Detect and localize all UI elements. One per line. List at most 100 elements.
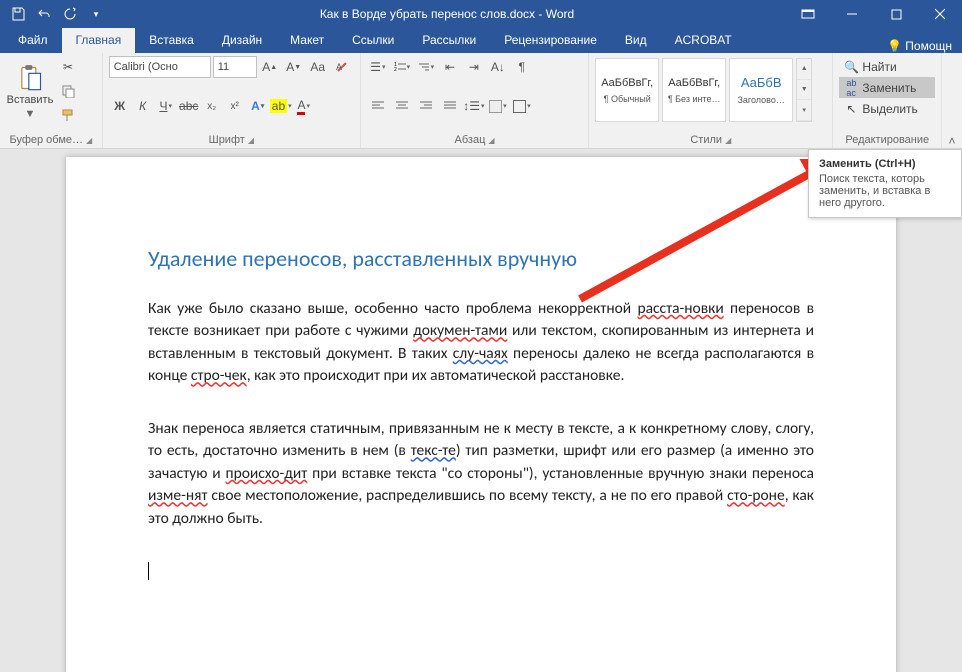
cursor-line [148,560,814,582]
select-button[interactable]: ↖Выделить [839,98,935,119]
window-controls [786,0,962,28]
group-clipboard: Вставить ▼ ✂ Буфер обме…◢ [0,53,103,148]
tab-review[interactable]: Рецензирование [490,28,611,53]
line-spacing-icon[interactable]: ↕☰ [463,95,485,117]
tab-design[interactable]: Дизайн [208,28,276,53]
justify-icon[interactable] [439,95,461,117]
group-styles: АаБбВвГг,¶ Обычный АаБбВвГг,¶ Без инте… … [589,53,833,148]
scroll-down-icon[interactable]: ▼ [797,80,811,101]
title-bar: ▾ Как в Ворде убрать перенос слов.docx -… [0,0,962,28]
cut-icon[interactable]: ✂ [57,56,79,78]
tab-home[interactable]: Главная [62,28,136,53]
bullets-icon[interactable]: ☰ [367,56,389,78]
sort-icon[interactable]: A↓ [487,56,509,78]
document-area: Удаление переносов, расставленных вручну… [0,149,962,672]
paragraph-1: Как уже было сказано выше, особенно част… [148,298,814,388]
style-heading1[interactable]: АаБбВЗаголово… [729,58,793,122]
superscript-icon[interactable]: x² [224,95,246,117]
tab-file[interactable]: Файл [4,28,62,53]
dialog-launcher-icon[interactable]: ◢ [86,136,92,145]
font-size-combo[interactable]: 11 [213,56,257,78]
text-effects-icon[interactable]: A [247,95,269,117]
tab-mailings[interactable]: Рассылки [408,28,490,53]
ribbon-options-icon[interactable] [786,0,830,28]
styles-scroll[interactable]: ▲▼▾ [796,58,812,122]
change-case-icon[interactable]: Aa [307,56,329,78]
maximize-icon[interactable] [874,0,918,28]
shading-icon[interactable] [487,95,509,117]
svg-text:2: 2 [394,67,397,73]
borders-icon[interactable] [511,95,533,117]
increase-indent-icon[interactable]: ⇥ [463,56,485,78]
quick-access-toolbar: ▾ [0,2,108,26]
dialog-launcher-icon[interactable]: ◢ [488,136,494,145]
tab-view[interactable]: Вид [611,28,661,53]
clear-format-icon[interactable]: A [331,56,353,78]
ribbon-tabs: Файл Главная Вставка Дизайн Макет Ссылки… [0,28,962,53]
format-painter-icon[interactable] [57,104,79,126]
search-icon: 🔍 [844,60,858,74]
align-left-icon[interactable] [367,95,389,117]
group-styles-label: Стили [690,134,722,146]
paragraph-2: Знак переноса является статичным, привяз… [148,418,814,530]
font-color-icon[interactable]: A [293,95,315,117]
collapse-ribbon-icon[interactable]: ˄ [942,53,962,154]
bulb-icon: 💡 [887,39,902,53]
page[interactable]: Удаление переносов, расставленных вручну… [66,157,896,672]
chevron-down-icon: ▼ [25,108,36,120]
font-name-combo[interactable]: Calibri (Осно [109,56,211,78]
grow-font-icon[interactable]: A▲ [259,56,281,78]
minimize-icon[interactable] [830,0,874,28]
redo-icon[interactable] [58,2,82,26]
multilevel-icon[interactable] [415,56,437,78]
replace-icon: abac [844,81,858,95]
scroll-up-icon[interactable]: ▲ [797,59,811,80]
tooltip-replace: Заменить (Ctrl+H) Поиск текста, которь з… [808,149,962,218]
find-button[interactable]: 🔍Найти [839,56,935,77]
group-clipboard-label: Буфер обме… [9,134,83,146]
highlight-icon[interactable]: ab [270,95,292,117]
group-font-label: Шрифт [209,134,245,146]
group-paragraph: ☰ 12 ⇤ ⇥ A↓ ¶ ↕☰ Абзац◢ [361,53,589,148]
bold-icon[interactable]: Ж [109,95,131,117]
dialog-launcher-icon[interactable]: ◢ [248,136,254,145]
italic-icon[interactable]: К [132,95,154,117]
align-right-icon[interactable] [415,95,437,117]
svg-text:A: A [336,62,342,72]
decrease-indent-icon[interactable]: ⇤ [439,56,461,78]
group-editing: 🔍Найти abacЗаменить ↖Выделить Редактиров… [833,53,942,148]
style-no-spacing[interactable]: АаБбВвГг,¶ Без инте… [662,58,726,122]
tab-layout[interactable]: Макет [276,28,338,53]
shrink-font-icon[interactable]: A▼ [283,56,305,78]
show-marks-icon[interactable]: ¶ [511,56,533,78]
heading: Удаление переносов, расставленных вручну… [148,245,814,272]
tell-me-label: Помощн [905,39,952,53]
styles-more-icon[interactable]: ▾ [797,100,811,121]
tooltip-title: Заменить (Ctrl+H) [819,158,951,170]
style-normal[interactable]: АаБбВвГг,¶ Обычный [595,58,659,122]
group-font: Calibri (Осно 11 A▲ A▼ Aa A Ж К Ч abc x₂… [103,53,361,148]
tooltip-body: Поиск текста, которь заменить, и вставка… [819,173,930,209]
strike-icon[interactable]: abc [178,95,200,117]
tell-me[interactable]: 💡Помощн [887,39,952,53]
group-editing-label: Редактирование [845,134,929,146]
underline-icon[interactable]: Ч [155,95,177,117]
copy-icon[interactable] [57,80,79,102]
replace-button[interactable]: abacЗаменить [839,77,935,98]
tab-references[interactable]: Ссылки [338,28,408,53]
tab-insert[interactable]: Вставка [135,28,208,53]
text-cursor [148,562,149,580]
numbering-icon[interactable]: 12 [391,56,413,78]
group-paragraph-label: Абзац [455,134,486,146]
paste-label: Вставить [7,94,54,106]
paste-button[interactable]: Вставить ▼ [6,56,54,128]
dialog-launcher-icon[interactable]: ◢ [725,136,731,145]
subscript-icon[interactable]: x₂ [201,95,223,117]
align-center-icon[interactable] [391,95,413,117]
tab-acrobat[interactable]: ACROBAT [661,28,746,53]
qat-customize-icon[interactable]: ▾ [84,2,108,26]
close-icon[interactable] [918,0,962,28]
window-title: Как в Ворде убрать перенос слов.docx - W… [108,7,786,21]
save-icon[interactable] [6,2,30,26]
undo-icon[interactable] [32,2,56,26]
